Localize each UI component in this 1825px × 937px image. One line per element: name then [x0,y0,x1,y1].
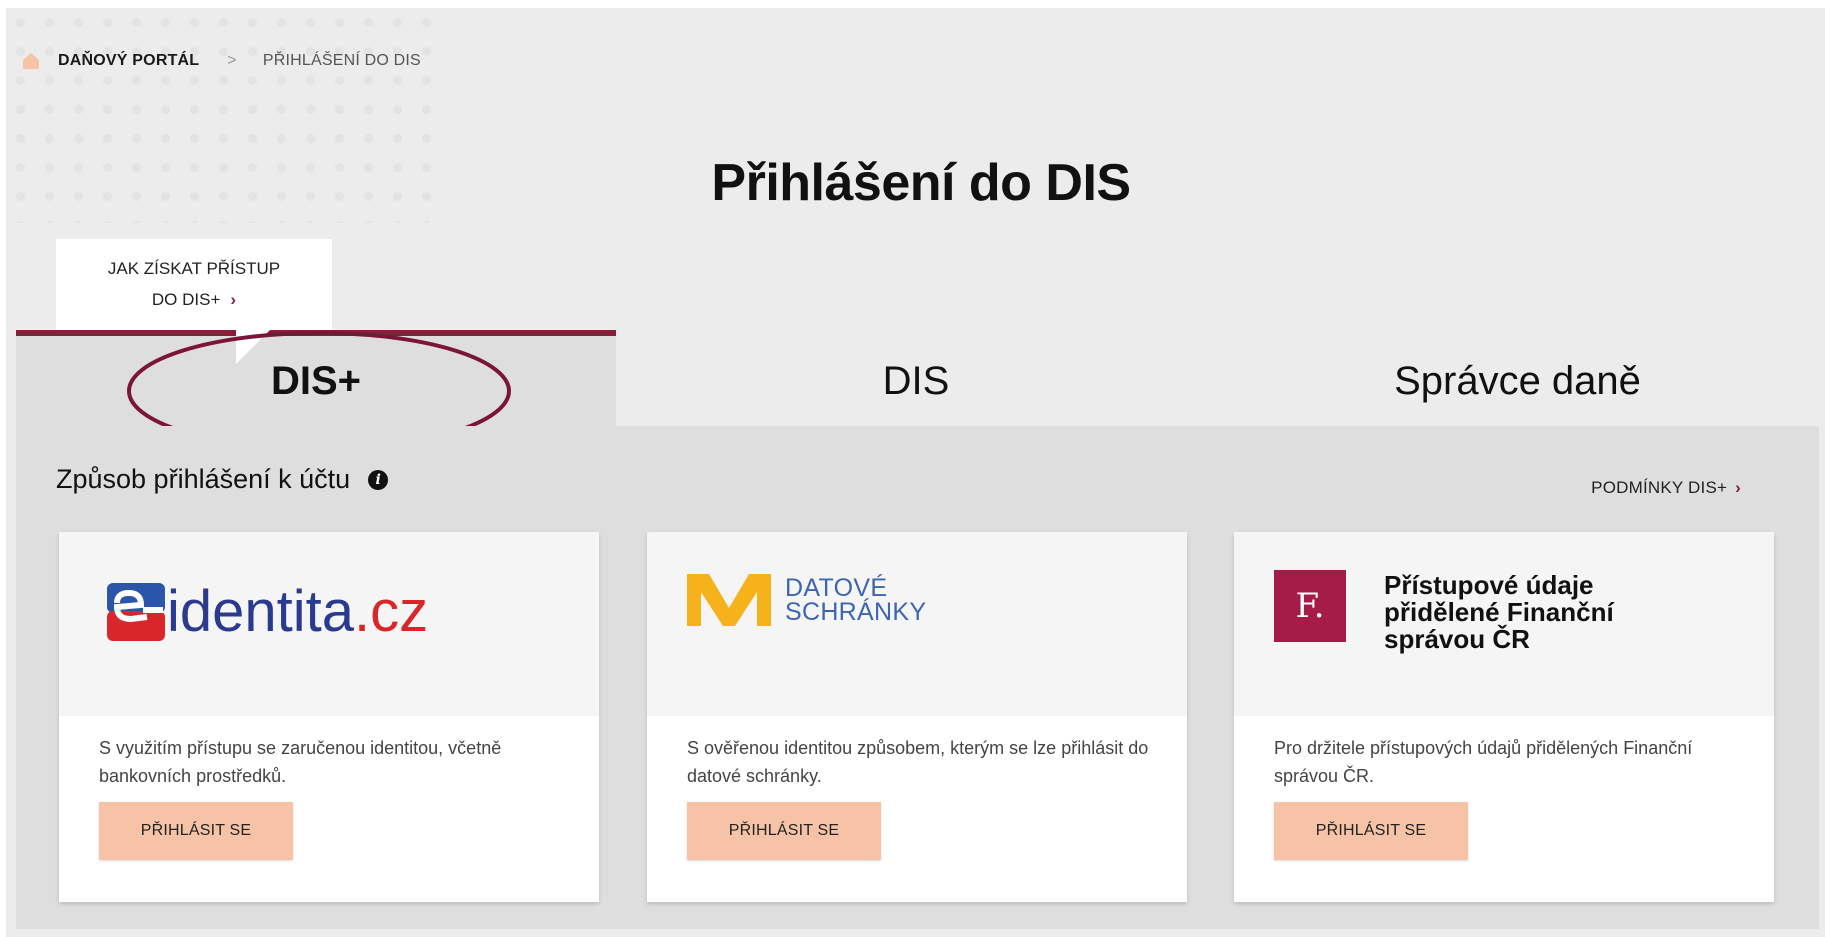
datove-schranky-wordmark: DATOVÉ SCHRÁNKY [785,574,927,626]
how-to-get-access-link[interactable]: JAK ZÍSKAT PŘÍSTUP DO DIS+ › [56,239,332,335]
info-icon[interactable]: i [368,469,389,490]
eidentita-wordmark-main: identita [167,579,355,644]
datove-schranky-mark-icon [687,574,771,626]
eidentita-mark-icon [107,582,165,641]
login-card-datove-schranky: DATOVÉ SCHRÁNKY S ověřenou identitou způ… [647,532,1187,902]
datove-schranky-line2: SCHRÁNKY [785,598,927,626]
chevron-right-icon: › [230,290,237,309]
card-description: Pro držitele přístupových údajů přidělen… [1274,738,1693,786]
card-logo-area: DATOVÉ SCHRÁNKY [647,532,1187,716]
access-card-line1: JAK ZÍSKAT PŘÍSTUP [107,259,281,278]
login-method-title: Způsob přihlášení k účtu [56,464,351,494]
eidentita-wordmark-tld: .cz [354,579,429,644]
breadcrumb-item-tax-portal[interactable]: DAŇOVÝ PORTÁL [58,52,199,70]
login-button-financni-sprava[interactable]: PŘIHLÁSIT SE [1274,802,1468,860]
login-button-eidentita[interactable]: PŘIHLÁSIT SE [99,802,293,860]
home-icon[interactable] [22,52,40,70]
access-card-pointer [236,330,270,364]
breadcrumb-item-current: PŘIHLÁŠENÍ DO DIS [262,52,421,69]
financni-sprava-mark-icon: F. [1274,570,1346,642]
card-description: S ověřenou identitou způsobem, kterým se… [687,738,1149,786]
eidentita-wordmark: identita.cz [167,578,428,645]
datove-schranky-line1: DATOVÉ [785,574,888,602]
financni-sprava-logo-text: Přístupové údaje přidělené Finanční sprá… [1384,570,1614,654]
login-method-heading: Způsob přihlášení k účtu i [56,464,389,495]
login-tabs: DIS+ DIS Správce daně [16,330,1819,426]
breadcrumb: DAŇOVÝ PORTÁL > PŘIHLÁŠENÍ DO DIS [22,52,421,70]
tab-dis[interactable]: DIS [616,336,1216,426]
login-card-eidentita: identita.cz S využitím přístupu se zaruč… [59,532,599,902]
page-title: Přihlášení do DIS [711,154,1131,212]
eidentita-logo: identita.cz [107,578,428,645]
access-card-line2: DO DIS+ › [56,284,332,315]
login-button-datove-schranky[interactable]: PŘIHLÁSIT SE [687,802,881,860]
access-card-line2-text: DO DIS+ [151,290,221,309]
financni-sprava-logo: F. Přístupové údaje přidělené Finanční s… [1274,570,1664,653]
tab-content-panel: Způsob přihlášení k účtu i PODMÍNKY DIS+… [16,426,1819,929]
dis-plus-conditions-link[interactable]: PODMÍNKY DIS+ › [1591,478,1741,498]
breadcrumb-separator: > [227,52,237,69]
datove-schranky-logo: DATOVÉ SCHRÁNKY [687,574,926,626]
tab-spravce-dane[interactable]: Správce daně [1216,336,1819,426]
login-card-financni-sprava: F. Přístupové údaje přidělené Finanční s… [1234,532,1774,902]
card-logo-area: F. Přístupové údaje přidělené Finanční s… [1234,532,1774,716]
chevron-right-icon: › [1735,478,1741,497]
card-description: S využitím přístupu se zaručenou identit… [99,738,502,786]
card-logo-area: identita.cz [59,532,599,716]
tab-dis-plus[interactable]: DIS+ [16,336,616,426]
conditions-link-label: PODMÍNKY DIS+ [1591,478,1728,497]
